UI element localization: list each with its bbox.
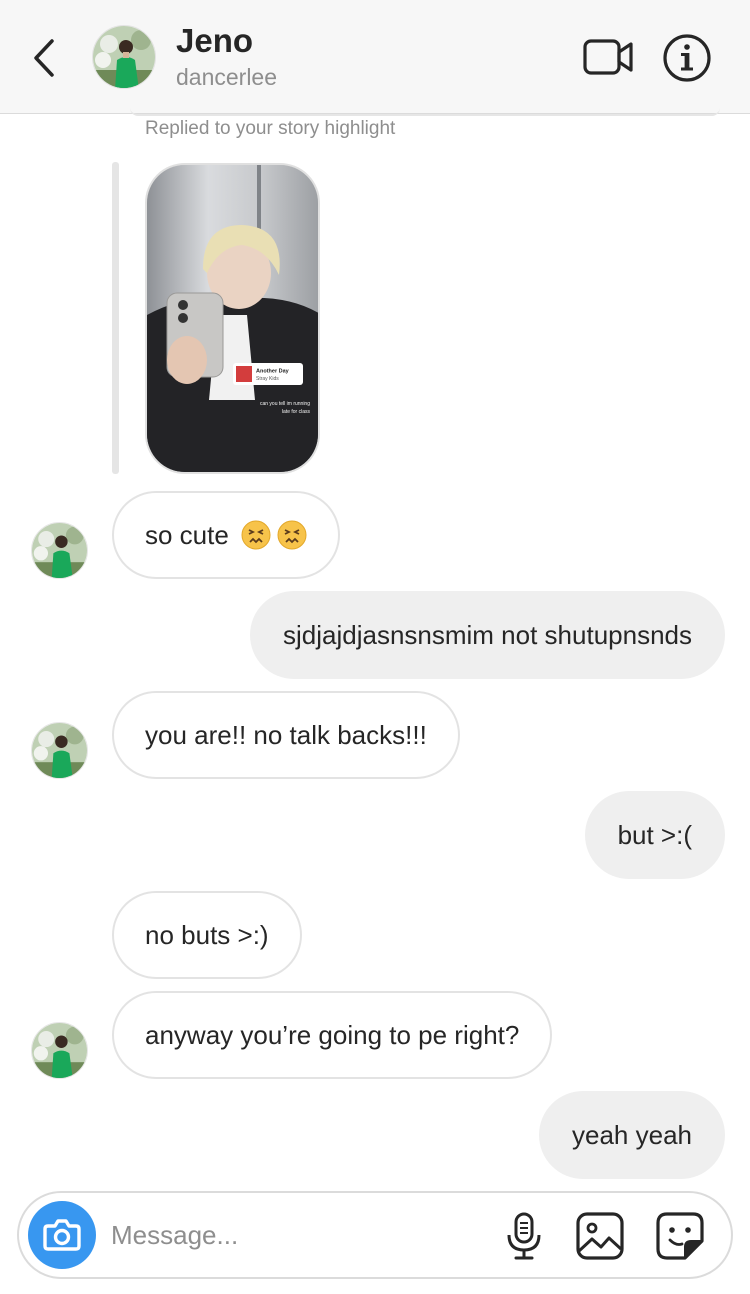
video-call-icon[interactable] [582,36,634,78]
outgoing-message[interactable]: sjdjajdjasnsnsmim not shutupnsnds [250,591,725,679]
story-reply-caption: Replied to your story highlight [145,118,396,139]
message-text: so cute [145,520,229,550]
contact-avatar[interactable] [31,522,88,579]
story-caption-line2: late for class [282,409,311,415]
incoming-message[interactable]: anyway you’re going to pe right? [112,991,553,1079]
microphone-icon[interactable] [504,1211,544,1261]
message-input[interactable] [111,1209,491,1261]
chat-header: Jeno dancerlee [0,0,750,114]
previous-message-edge [130,108,720,116]
story-caption-line1: can you tell im running [260,401,310,407]
confounded-face-icon [241,499,271,550]
message-composer [17,1191,733,1279]
contact-avatar[interactable] [31,1022,88,1079]
camera-icon[interactable] [28,1201,96,1269]
outgoing-message[interactable]: yeah yeah [539,1091,725,1179]
back-chevron-icon[interactable] [28,36,64,80]
music-sticker-title: Another Day [256,369,290,375]
gallery-icon[interactable] [575,1211,625,1261]
reply-indicator-bar [112,162,119,474]
sticker-icon[interactable] [655,1211,705,1261]
info-icon[interactable] [662,33,712,83]
contact-username: dancerlee [176,64,278,90]
confounded-face-icon [277,499,307,550]
header-avatar[interactable] [92,25,156,89]
outgoing-message[interactable]: but >:( [584,791,725,879]
contact-name[interactable]: Jeno [176,22,253,60]
music-sticker-artist: Stray Kids [256,376,279,382]
incoming-message[interactable]: you are!! no talk backs!!! [112,691,460,779]
incoming-message[interactable]: so cute [112,491,340,579]
incoming-message[interactable]: no buts >:) [112,891,302,979]
story-highlight-thumbnail[interactable]: Another Day Stray Kids can you tell im r… [145,163,320,474]
contact-avatar[interactable] [31,722,88,779]
dm-screen: Jeno dancerlee Replied to your story hig… [0,0,750,1294]
